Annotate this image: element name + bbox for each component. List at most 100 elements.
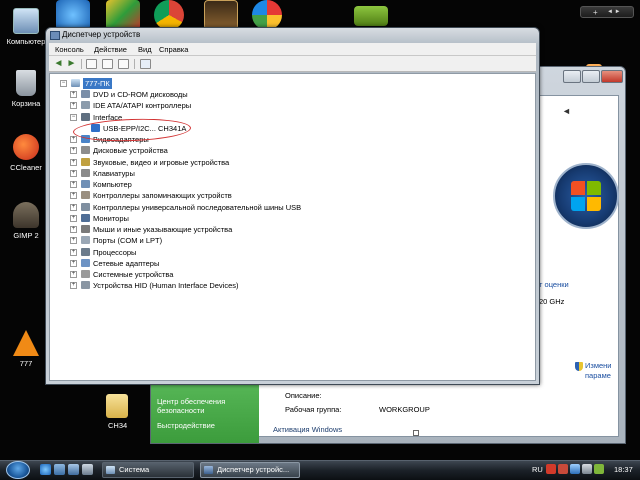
expand-toggle-icon[interactable]: +	[70, 136, 77, 143]
tree-item-label: Дисковые устройства	[93, 146, 168, 156]
scan-hardware-icon[interactable]	[140, 59, 151, 69]
device-category-icon	[81, 146, 90, 155]
recycle-bin-icon	[16, 70, 36, 96]
device-category-icon	[81, 270, 90, 278]
quicklaunch-app-icon[interactable]	[82, 464, 93, 475]
performance-link[interactable]: Быстродействие	[151, 421, 215, 430]
device-category-icon	[81, 191, 90, 200]
toolbar: ◄ ►	[49, 56, 536, 72]
taskbar-item-label: Диспетчер устройс...	[217, 465, 290, 474]
desktop: Компьютер Корзина CCleaner GIMP 2 777 CH…	[0, 0, 640, 460]
ie-shortcut-icon[interactable]	[56, 0, 90, 30]
expand-toggle-icon[interactable]: +	[70, 282, 77, 290]
device-category-icon	[81, 168, 90, 177]
back-arrow-icon[interactable]: ◄	[53, 59, 64, 69]
collapse-toggle-icon[interactable]: −	[60, 80, 67, 87]
expand-toggle-icon[interactable]: +	[70, 158, 77, 166]
sidebar-gadget-controls: + ◄ ►	[580, 6, 634, 18]
menu-action[interactable]: Действие	[94, 45, 127, 54]
device-category-icon	[81, 101, 90, 110]
device-category-icon	[81, 180, 90, 188]
nvidia-shortcut-icon[interactable]	[354, 6, 388, 26]
show-hide-tree-icon[interactable]	[86, 59, 97, 69]
tray-volume-icon[interactable]	[582, 464, 592, 474]
expand-toggle-icon[interactable]: +	[70, 259, 77, 267]
computer-icon	[71, 79, 80, 87]
folder-icon	[106, 394, 128, 418]
expand-toggle-icon[interactable]: +	[70, 102, 77, 110]
tree-item-label: Мониторы	[93, 213, 129, 223]
forward-arrow-icon[interactable]: ►	[66, 59, 77, 69]
menu-help[interactable]: Справка	[159, 45, 188, 54]
tree-item-label: DVD и CD-ROM дисководы	[93, 90, 188, 99]
nav-back-arrow-icon[interactable]: ◄	[562, 106, 571, 116]
tray-network-icon[interactable]	[570, 464, 580, 474]
system-icon	[106, 466, 115, 474]
tray-warning-icon[interactable]	[546, 464, 556, 474]
menu-view[interactable]: Вид	[138, 45, 152, 54]
expand-toggle-icon[interactable]: +	[70, 214, 77, 222]
device-manager-title-icon	[50, 31, 60, 40]
tree-root-label: 777-ПК	[83, 78, 112, 89]
picasa-shortcut-icon[interactable]	[252, 0, 282, 30]
desktop-icon-ch34-folder[interactable]: CH34	[92, 394, 142, 430]
change-settings-link-cont[interactable]: параме	[585, 371, 611, 380]
tray-nvidia-icon[interactable]	[594, 464, 604, 474]
tray-app-icon[interactable]	[558, 464, 568, 474]
device-manager-window: Диспетчер устройств Консоль Действие Вид…	[45, 27, 540, 385]
quicklaunch-show-desktop-icon[interactable]	[54, 464, 65, 475]
change-settings-link[interactable]: Измени	[585, 361, 612, 370]
expand-toggle-icon[interactable]: +	[70, 91, 77, 98]
desktop-icon-label: CH34	[108, 421, 128, 430]
menu-console[interactable]: Консоль	[55, 45, 84, 54]
taskbar-item-device-manager[interactable]: Диспетчер устройс...	[200, 462, 300, 478]
start-button[interactable]	[6, 461, 30, 479]
security-center-link[interactable]: Центр обеспечения	[151, 397, 225, 406]
device-category-icon	[81, 225, 90, 233]
quicklaunch-ie-icon[interactable]	[40, 464, 51, 475]
expand-toggle-icon[interactable]: +	[70, 237, 77, 245]
help-icon[interactable]	[118, 59, 129, 69]
minimize-button[interactable]	[563, 70, 581, 83]
window-title: Диспетчер устройств	[62, 30, 141, 39]
rating-link[interactable]: т оценки	[539, 280, 569, 289]
quicklaunch-switch-windows-icon[interactable]	[68, 464, 79, 475]
security-center-link-cont[interactable]: безопасности	[151, 406, 204, 415]
tree-item-label: Звуковые, видео и игровые устройства	[93, 157, 230, 167]
tree-item-label: Мыши и иные указывающие устройства	[93, 225, 233, 234]
tree-item-label: Контроллеры запоминающих устройств	[93, 191, 232, 201]
expand-toggle-icon[interactable]: +	[70, 169, 77, 177]
expand-toggle-icon[interactable]: +	[70, 248, 77, 256]
device-category-icon	[81, 112, 90, 121]
tree-item-label: Сетевые адаптеры	[93, 258, 160, 268]
expand-toggle-icon[interactable]: +	[70, 147, 77, 155]
app-shortcut-icon[interactable]	[106, 0, 140, 30]
tree-item-label: IDE ATA/ATAPI контроллеры	[93, 101, 192, 111]
vlc-cone-icon	[13, 330, 39, 356]
expand-toggle-icon[interactable]: +	[70, 192, 77, 200]
tree-item-label: Порты (COM и LPT)	[93, 236, 163, 246]
properties-icon[interactable]	[102, 59, 113, 69]
computer-icon	[13, 8, 39, 34]
workgroup-value: WORKGROUP	[379, 405, 430, 414]
maximize-button[interactable]	[582, 70, 600, 83]
close-button[interactable]	[601, 70, 623, 83]
taskbar-item-system[interactable]: Система	[102, 462, 194, 478]
expand-toggle-icon[interactable]: +	[70, 203, 77, 211]
collapse-toggle-icon[interactable]: −	[70, 113, 77, 121]
expand-toggle-icon[interactable]: +	[70, 271, 77, 278]
tree-item-label: Устройства HID (Human Interface Devices)	[93, 281, 239, 291]
device-category-icon	[81, 90, 90, 98]
description-label: Описание:	[285, 391, 322, 400]
language-indicator[interactable]: RU	[532, 465, 543, 474]
device-category-icon	[81, 213, 90, 222]
vegas-shortcut-icon[interactable]	[204, 0, 238, 30]
gadget-add-button[interactable]: +	[593, 7, 598, 18]
chrome-shortcut-icon[interactable]	[154, 0, 184, 30]
clock[interactable]: 18:37	[614, 465, 633, 474]
tree-item-label: Системные устройства	[93, 270, 174, 279]
expand-toggle-icon[interactable]: +	[70, 226, 77, 233]
expand-toggle-icon[interactable]: +	[70, 181, 77, 188]
tree-item-label: Клавиатуры	[93, 168, 135, 178]
gadget-nav-buttons[interactable]: ◄ ►	[607, 7, 621, 18]
